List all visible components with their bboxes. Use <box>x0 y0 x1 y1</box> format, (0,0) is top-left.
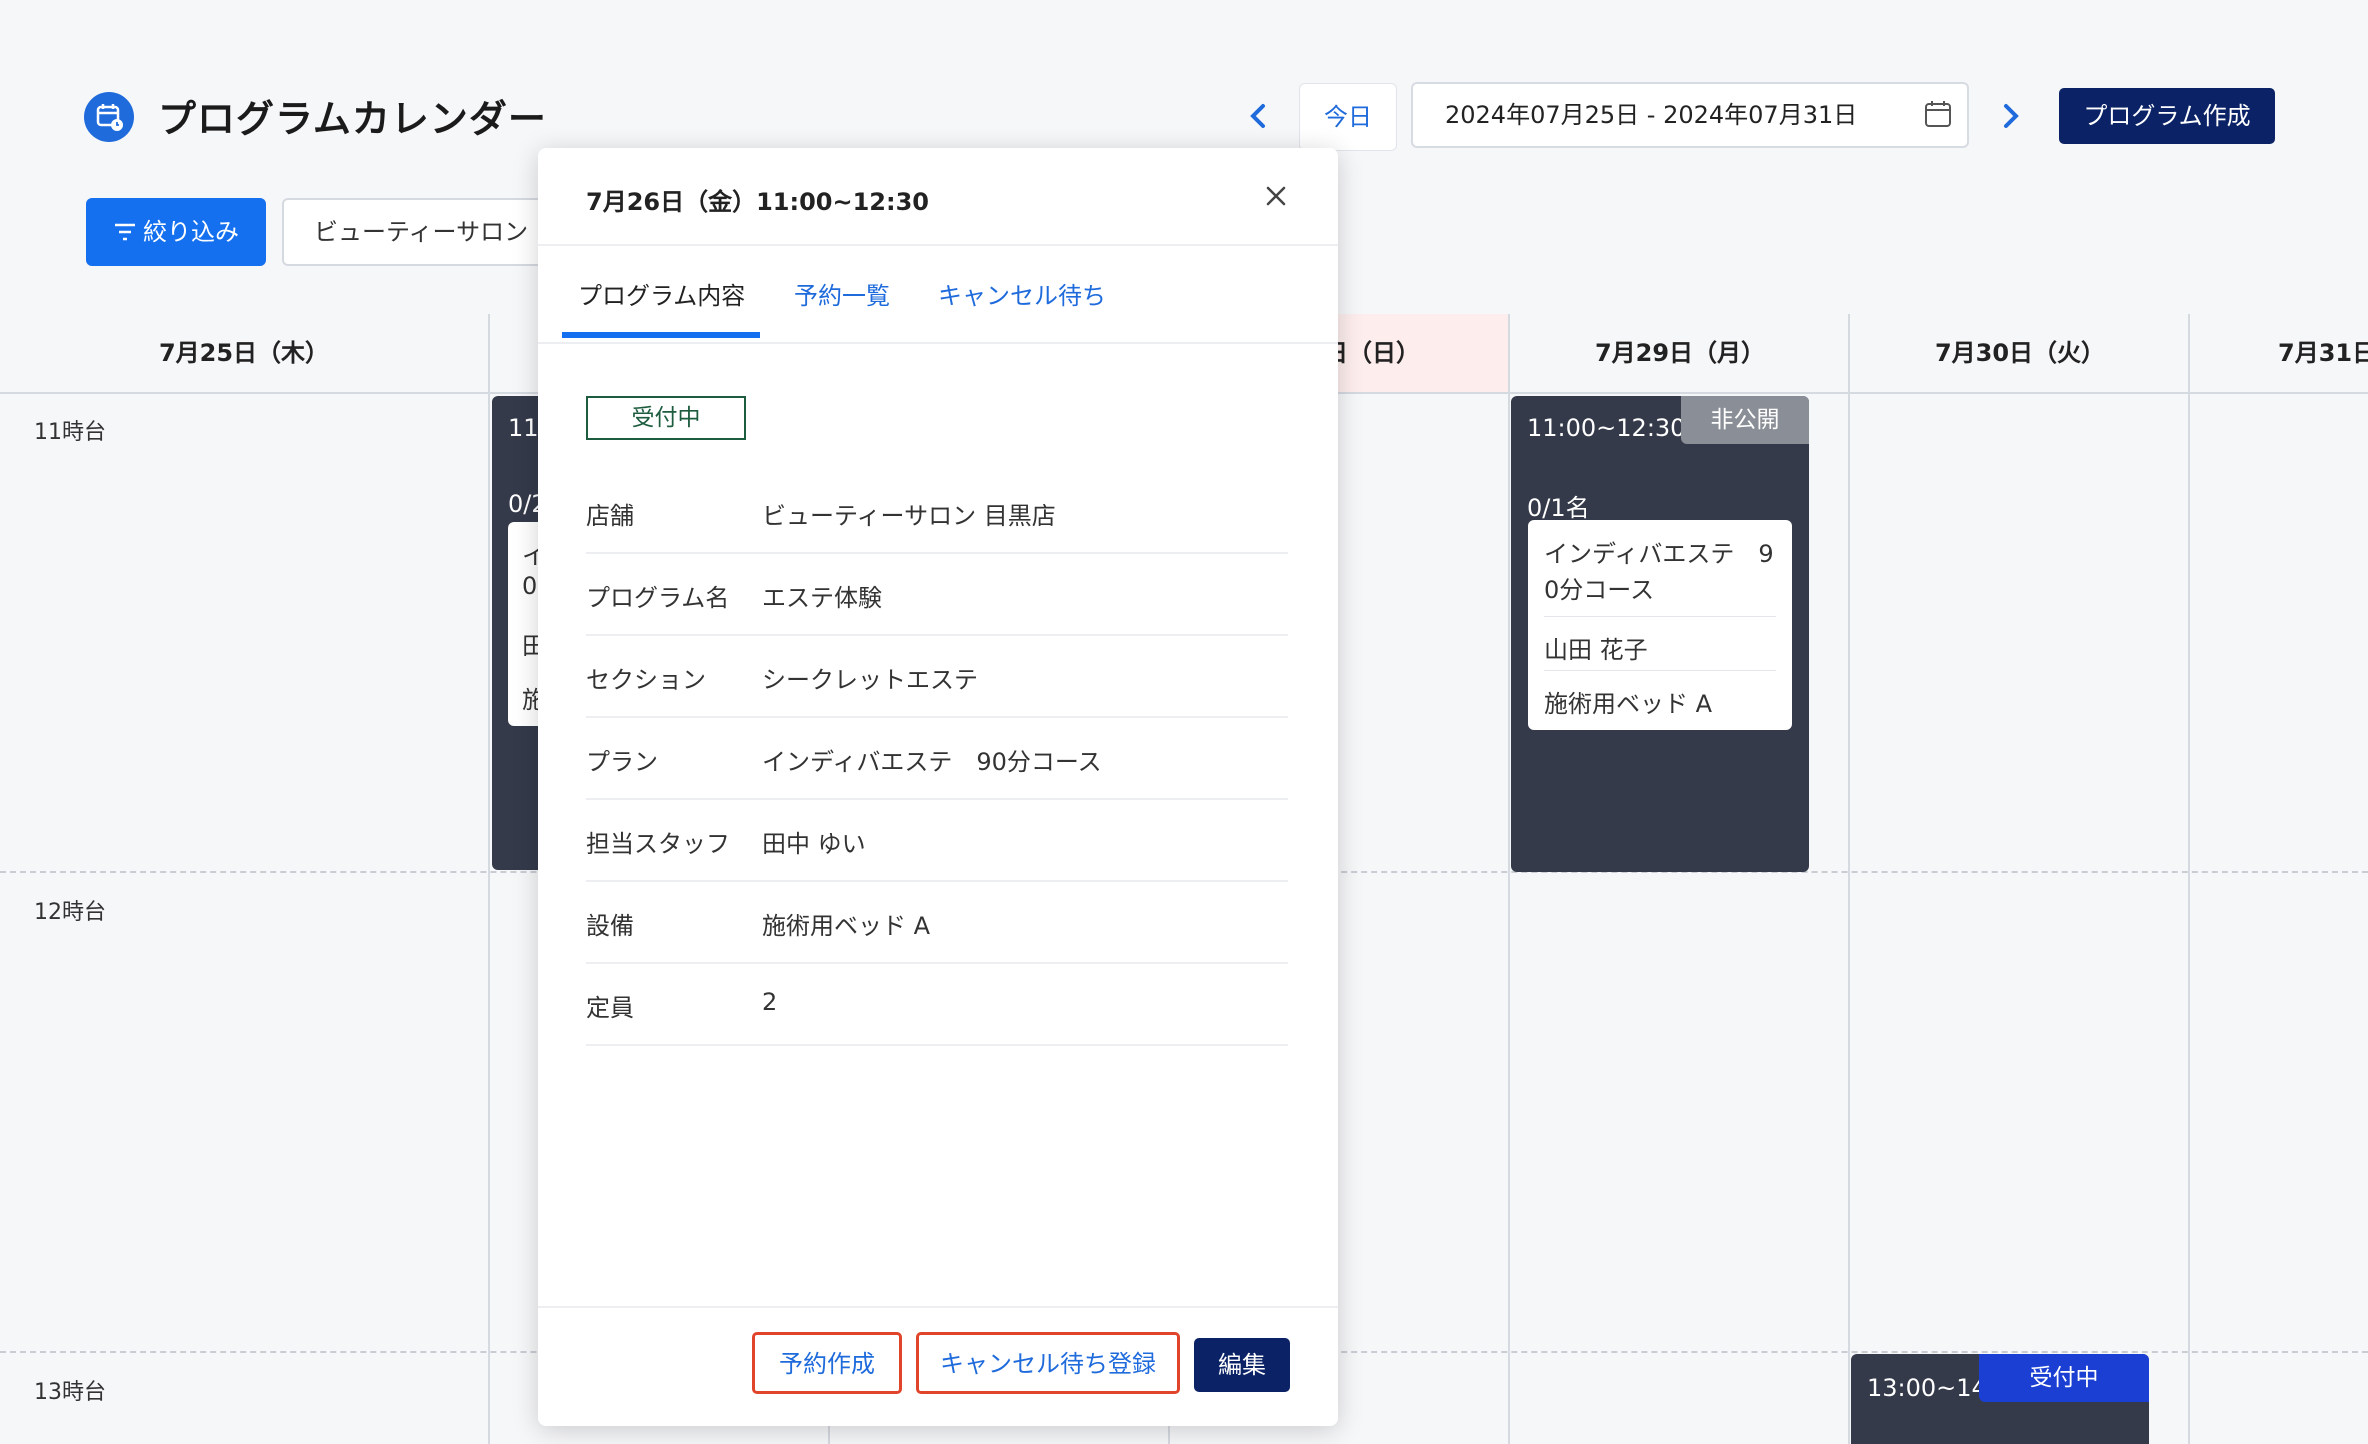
filter-button[interactable]: 絞り込み <box>86 198 266 266</box>
calendar-icon[interactable] <box>1923 99 1953 129</box>
equipment-value: 施術用ベッド A <box>762 912 931 940</box>
column-divider <box>1848 314 1850 1444</box>
card-divider <box>1544 670 1776 671</box>
card-plan: 0分コース <box>1544 576 1655 604</box>
day-header-0728: 日（日） <box>1324 339 1420 367</box>
row-divider <box>586 962 1288 964</box>
card-text: 0 <box>522 572 538 600</box>
staff-value: 田中 ゆい <box>762 830 866 858</box>
filter-label: 絞り込み <box>143 218 239 246</box>
chevron-right-icon <box>2004 104 2019 128</box>
active-tab-indicator <box>562 332 760 338</box>
row-divider <box>586 552 1288 554</box>
section-value: シークレットエステ <box>762 666 978 694</box>
row-divider <box>586 1044 1288 1046</box>
store-filter-select[interactable]: ビューティーサロン <box>282 198 542 266</box>
today-button[interactable]: 今日 <box>1299 83 1397 151</box>
row-divider <box>586 880 1288 882</box>
capacity-label: 定員 <box>586 994 634 1022</box>
row-divider <box>586 798 1288 800</box>
tab-waitlist[interactable]: キャンセル待ち <box>938 276 1106 311</box>
staff-label: 担当スタッフ <box>586 830 730 858</box>
program-name-label: プログラム名 <box>586 584 730 612</box>
tab-program-details[interactable]: プログラム内容 <box>578 276 745 311</box>
program-event-0729[interactable]: 11:00~12:30 非公開 0/1名 インディバエステ 9 0分コース 山田… <box>1511 396 1809 872</box>
card-equipment: 施術用ベッド A <box>1544 690 1713 718</box>
program-name-value: エステ体験 <box>762 584 882 612</box>
plan-value: インディバエステ 90分コース <box>762 748 1102 776</box>
time-label-12: 12時台 <box>34 900 106 925</box>
edit-button[interactable]: 編集 <box>1194 1338 1290 1392</box>
footer-divider <box>538 1306 1338 1308</box>
page-title: プログラムカレンダー <box>158 97 547 141</box>
prev-week-button[interactable] <box>1239 96 1279 136</box>
card-plan: インディバエステ 9 <box>1544 540 1774 568</box>
column-divider <box>488 314 490 1444</box>
chevron-left-icon <box>1250 104 1265 128</box>
next-week-button[interactable] <box>1990 96 2030 136</box>
modal-divider <box>538 244 1338 246</box>
event-time: 11:00~12:30 <box>1527 414 1686 442</box>
card-customer: 山田 花子 <box>1544 636 1648 664</box>
row-divider <box>586 716 1288 718</box>
time-label-11: 11時台 <box>34 420 106 445</box>
column-divider <box>1508 314 1510 1444</box>
time-label-13: 13時台 <box>34 1380 106 1405</box>
day-header-0731: 7月31日 <box>2278 339 2368 367</box>
day-header-0729: 7月29日（月） <box>1594 339 1766 367</box>
reservation-card[interactable]: インディバエステ 9 0分コース 山田 花子 施術用ベッド A <box>1528 520 1792 730</box>
date-range-input[interactable]: 2024年07月25日 - 2024年07月31日 <box>1411 82 1969 148</box>
create-program-button[interactable]: プログラム作成 <box>2059 88 2275 144</box>
modal-title: 7月26日（金）11:00~12:30 <box>586 188 929 216</box>
calendar-logo-icon <box>84 92 134 142</box>
program-detail-modal: 7月26日（金）11:00~12:30 プログラム内容 予約一覧 キャンセル待ち… <box>538 148 1338 1426</box>
tabs-divider <box>538 342 1338 344</box>
capacity-value: 2 <box>762 988 778 1016</box>
section-label: セクション <box>586 666 706 694</box>
status-badge: 受付中 <box>586 396 746 440</box>
card-divider <box>1544 616 1776 617</box>
equipment-label: 設備 <box>586 912 634 940</box>
plan-label: プラン <box>586 748 658 776</box>
tab-reservation-list[interactable]: 予約一覧 <box>794 276 890 311</box>
day-header-0730: 7月30日（火） <box>1934 339 2106 367</box>
status-badge: 受付中 <box>1979 1354 2149 1402</box>
event-count: 0/1名 <box>1527 494 1590 522</box>
filter-icon <box>115 223 135 241</box>
program-event-0730[interactable]: 13:00~14:30 受付中 <box>1851 1354 2149 1444</box>
row-divider <box>586 634 1288 636</box>
store-label: 店舗 <box>586 502 634 530</box>
close-icon <box>1266 186 1286 206</box>
close-button[interactable] <box>1256 176 1296 216</box>
store-value: ビューティーサロン 目黒店 <box>762 502 1056 530</box>
create-reservation-button[interactable]: 予約作成 <box>752 1332 902 1394</box>
column-divider <box>2188 314 2190 1444</box>
day-header-0725: 7月25日（木） <box>158 339 330 367</box>
status-badge: 非公開 <box>1681 396 1809 444</box>
register-waitlist-button[interactable]: キャンセル待ち登録 <box>916 1332 1180 1394</box>
